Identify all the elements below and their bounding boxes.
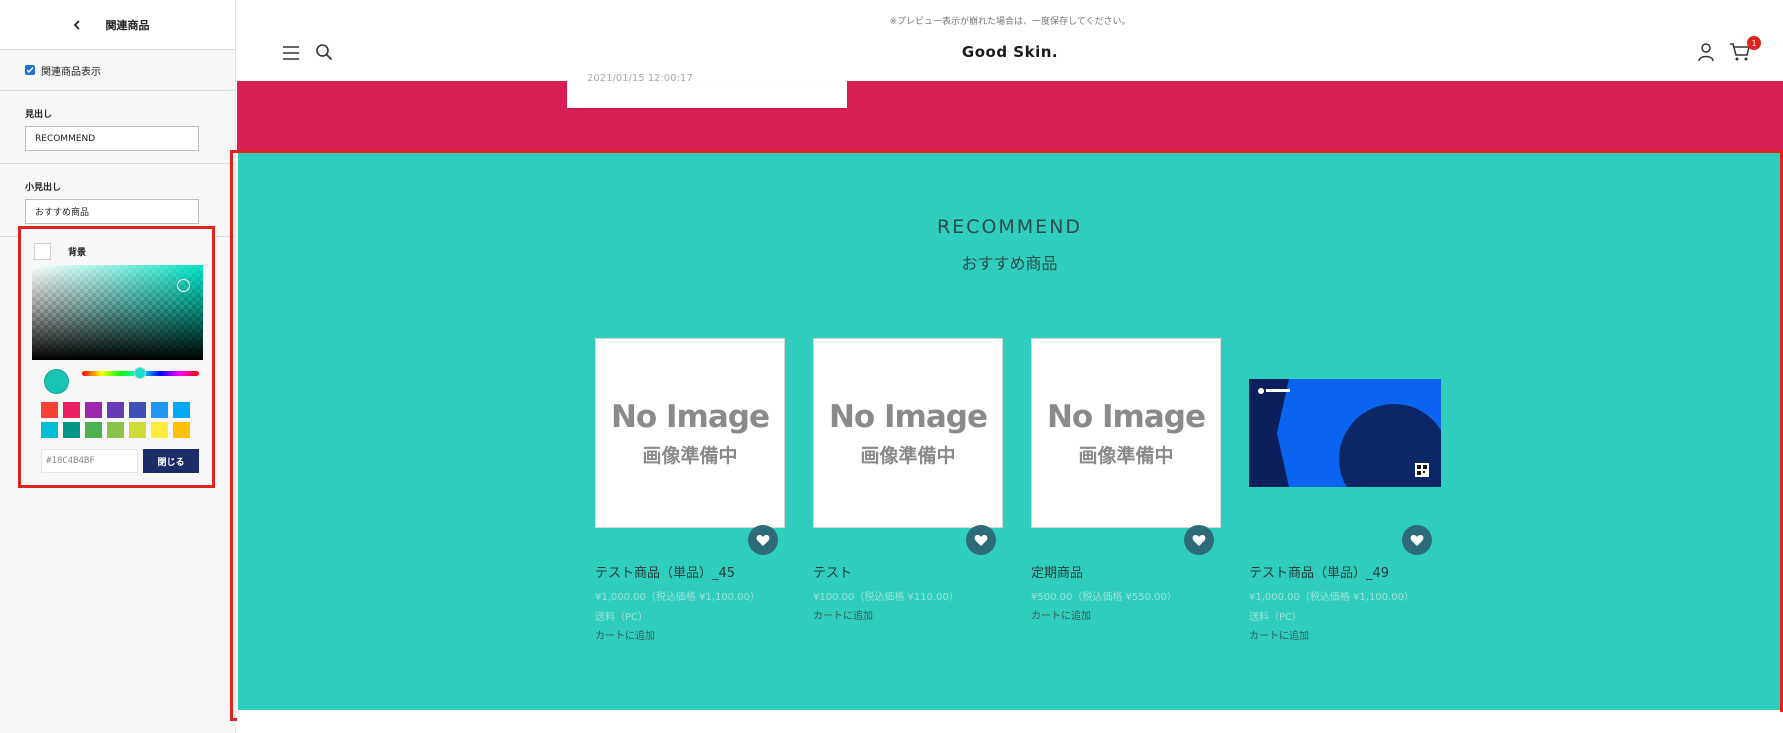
add-to-cart-link[interactable]: カートに追加 <box>595 627 785 642</box>
product-card[interactable]: No Image 画像準備中 テスト ¥100.00（税込価格 ¥110.00）… <box>813 338 1003 622</box>
preset-color-swatch[interactable] <box>151 402 168 418</box>
product-price: ¥500.00（税込価格 ¥550.00） <box>1031 592 1177 603</box>
business-card-image <box>1249 379 1441 487</box>
preset-swatches <box>41 402 191 438</box>
background-color-row: 背景 <box>34 243 86 260</box>
no-image-text: No Image <box>1046 398 1206 435</box>
preview-notice: ※プレビュー表示が崩れた場合は、一度保存してください。 <box>889 17 1131 27</box>
preset-color-swatch[interactable] <box>63 422 80 438</box>
product-price: ¥100.00（税込価格 ¥110.00） <box>813 592 959 603</box>
store-header: Good Skin. 1 <box>237 30 1783 80</box>
product-price: ¥1,000.00（税込価格 ¥1,100.00） <box>1249 592 1414 603</box>
product-image[interactable] <box>1249 338 1441 528</box>
section-subtitle: おすすめ商品 <box>961 254 1058 273</box>
preset-color-swatch[interactable] <box>173 402 190 418</box>
favorite-heart-icon[interactable] <box>1402 525 1432 555</box>
preset-color-swatch[interactable] <box>173 422 190 438</box>
no-image-text: No Image <box>610 398 770 435</box>
show-related-row[interactable]: 関連商品表示 <box>25 50 210 90</box>
product-image-placeholder[interactable]: No Image 画像準備中 <box>1031 338 1221 528</box>
product-price: ¥1,000.00（税込価格 ¥1,100.00） <box>595 592 760 603</box>
product-card[interactable]: テスト商品（単品）_49 ¥1,000.00（税込価格 ¥1,100.00） 送… <box>1249 338 1441 642</box>
recommend-section[interactable]: RECOMMEND おすすめ商品 No Image 画像準備中 テスト商品（単品… <box>238 153 1781 710</box>
close-button[interactable]: 閉じる <box>143 449 199 473</box>
no-image-jp-text: 画像準備中 <box>1078 444 1174 467</box>
add-to-cart-link[interactable]: カートに追加 <box>813 607 1003 622</box>
add-to-cart-link[interactable]: カートに追加 <box>1249 627 1439 642</box>
color-preview-circle <box>44 369 69 394</box>
preset-color-swatch[interactable] <box>85 402 102 418</box>
product-shipping: 送料（PC） <box>1249 612 1303 623</box>
editor-sidebar: 関連商品 関連商品表示 見出し RECOMMEND 小見出し おすすめ商品 背景 <box>0 0 236 733</box>
hue-slider-knob[interactable] <box>134 367 146 379</box>
sidebar-title: 関連商品 <box>105 18 150 32</box>
preset-color-swatch[interactable] <box>129 422 146 438</box>
product-name[interactable]: テスト商品（単品）_49 <box>1249 562 1439 581</box>
preset-color-swatch[interactable] <box>63 402 80 418</box>
background-label: 背景 <box>68 248 87 258</box>
store-logo[interactable]: Good Skin. <box>237 43 1783 61</box>
product-image-placeholder[interactable]: No Image 画像準備中 <box>813 338 1003 528</box>
subheading-input[interactable]: おすすめ商品 <box>25 199 199 224</box>
subheading-label: 小見出し <box>25 183 62 193</box>
preset-color-swatch[interactable] <box>129 402 146 418</box>
cart-count-badge: 1 <box>1747 36 1761 50</box>
store-preview: ※プレビュー表示が崩れた場合は、一度保存してください。 Good Skin. 1… <box>230 0 1783 733</box>
product-name[interactable]: テスト商品（単品）_45 <box>595 562 785 581</box>
no-image-jp-text: 画像準備中 <box>642 444 738 467</box>
heading-field-group: 見出し RECOMMEND <box>0 91 235 164</box>
preset-color-swatch[interactable] <box>107 402 124 418</box>
no-image-text: No Image <box>828 398 988 435</box>
product-card[interactable]: No Image 画像準備中 定期商品 ¥500.00（税込価格 ¥550.00… <box>1031 338 1221 622</box>
hex-row: #18C4B4BF 閉じる <box>41 449 199 473</box>
add-to-cart-link[interactable]: カートに追加 <box>1031 607 1221 622</box>
show-related-section: 関連商品表示 <box>0 50 235 91</box>
preset-color-swatch[interactable] <box>107 422 124 438</box>
product-card[interactable]: No Image 画像準備中 テスト商品（単品）_45 ¥1,000.00（税込… <box>595 338 785 642</box>
favorite-heart-icon[interactable] <box>748 525 778 555</box>
preset-color-swatch[interactable] <box>41 422 58 438</box>
hex-input[interactable]: #18C4B4BF <box>41 449 138 473</box>
page-bottom <box>237 712 1783 733</box>
product-name[interactable]: 定期商品 <box>1031 562 1221 581</box>
heading-input[interactable]: RECOMMEND <box>25 126 199 151</box>
heading-label: 見出し <box>25 110 53 120</box>
preset-color-swatch[interactable] <box>151 422 168 438</box>
previous-section-band: 2021/01/15 12:00:17 <box>237 73 1783 152</box>
show-related-label: 関連商品表示 <box>41 66 101 78</box>
no-image-jp-text: 画像準備中 <box>860 444 956 467</box>
product-image-placeholder[interactable]: No Image 画像準備中 <box>595 338 785 528</box>
card-fragment-date: 2021/01/15 12:00:17 <box>587 73 693 84</box>
preset-color-swatch[interactable] <box>41 402 58 418</box>
saturation-cursor[interactable] <box>177 279 190 292</box>
favorite-heart-icon[interactable] <box>966 525 996 555</box>
sidebar-header: 関連商品 <box>0 0 235 50</box>
background-color-swatch[interactable] <box>34 243 51 260</box>
show-related-checkbox[interactable] <box>25 65 35 75</box>
back-chevron-icon[interactable] <box>70 17 84 33</box>
saturation-area[interactable] <box>32 265 203 360</box>
section-title: RECOMMEND <box>936 216 1083 238</box>
product-shipping: 送料（PC） <box>595 612 649 623</box>
previous-card-fragment: 2021/01/15 12:00:17 <box>567 73 847 108</box>
saturation-checker <box>32 265 203 360</box>
user-icon[interactable] <box>1697 42 1715 62</box>
color-picker-panel: 背景 #18C4B4BF 閉じる <box>18 226 215 488</box>
preset-color-swatch[interactable] <box>85 422 102 438</box>
product-name[interactable]: テスト <box>813 562 1003 581</box>
favorite-heart-icon[interactable] <box>1184 525 1214 555</box>
